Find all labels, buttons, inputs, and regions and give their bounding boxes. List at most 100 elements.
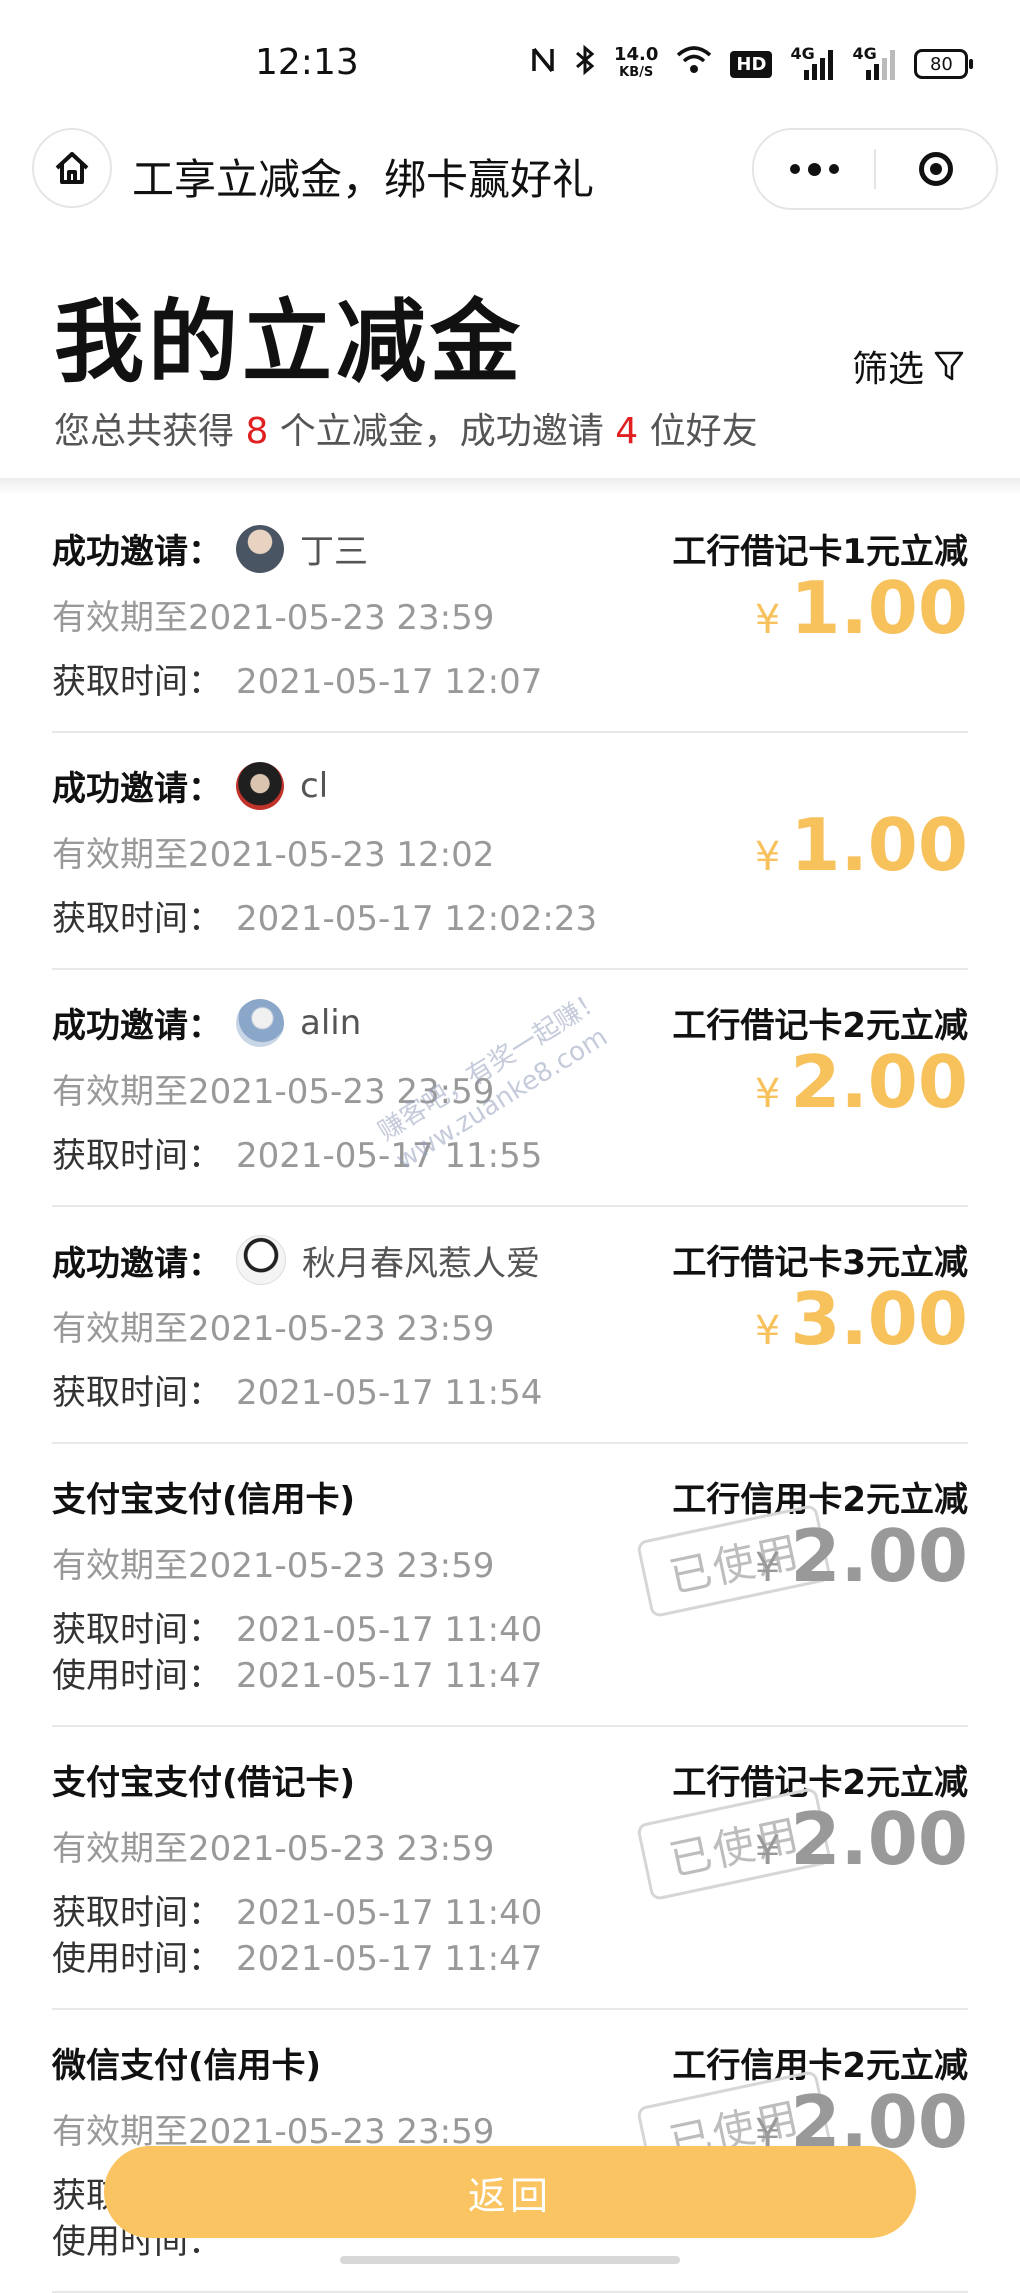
validity: 有效期至2021-05-23 12:02: [52, 835, 495, 875]
coupon-source: 微信支付(信用卡): [52, 2046, 322, 2086]
amount-value: 2.00: [790, 1040, 968, 1124]
wifi-icon: [676, 45, 712, 83]
obtain-time: 2021-05-17 11:54: [236, 1373, 543, 1413]
status-bar: 12:13 14.0 KB/S HD 4G 4G 80: [0, 0, 1020, 130]
avatar: [236, 1235, 286, 1285]
yen-symbol: ¥: [754, 597, 781, 643]
source-label: 成功邀请：: [52, 1243, 222, 1284]
avatar: [236, 761, 284, 810]
obtain-label: 获取时间：: [52, 1136, 222, 1176]
summary-prefix: 您总共获得: [54, 411, 246, 452]
header-divider: [0, 478, 1020, 496]
invitee-name: 丁三: [300, 532, 368, 572]
obtain-time: 2021-05-17 12:07: [236, 662, 543, 702]
summary-mid: 个立减金，成功邀请: [268, 411, 616, 452]
coupon-source: 成功邀请： alin: [52, 998, 361, 1047]
coupon-amount: ¥1.00: [755, 803, 968, 887]
back-button[interactable]: 返回: [104, 2146, 916, 2238]
more-button[interactable]: [754, 130, 874, 208]
filter-button[interactable]: 筛选: [852, 340, 964, 392]
coupon-amount: ¥3.00: [755, 1277, 968, 1361]
obtain-time: 2021-05-17 12:02:23: [236, 899, 598, 939]
coupon-item[interactable]: 成功邀请： cl 有效期至2021-05-23 12:02 获取时间： 2021-…: [52, 733, 968, 970]
home-indicator[interactable]: [340, 2256, 680, 2264]
obtain-label: 获取时间：: [52, 662, 222, 702]
source-label: 成功邀请：: [52, 1006, 222, 1046]
summary-text: 您总共获得 8 个立减金，成功邀请 4 位好友: [54, 402, 758, 454]
coupon-item[interactable]: 成功邀请： 丁三 工行借记卡1元立减 有效期至2021-05-23 23:59 …: [52, 496, 968, 733]
coupon-source: 成功邀请： 秋月春风惹人爱: [52, 1235, 540, 1285]
avatar: [236, 998, 284, 1047]
bluetooth-icon: [574, 44, 596, 84]
validity: 有效期至2021-05-23 23:59: [52, 598, 495, 638]
obtain-label: 获取时间：: [52, 1610, 222, 1650]
invitee-name: alin: [300, 1002, 362, 1043]
obtain-time: 2021-05-17 11:40: [236, 1610, 543, 1650]
coupon-amount: ¥2.00: [755, 1797, 968, 1881]
use-time: 2021-05-17 11:47: [236, 1939, 543, 1979]
amount-value: 3.00: [790, 1277, 968, 1361]
source-label: 成功邀请：: [52, 532, 222, 572]
home-button[interactable]: [32, 128, 112, 208]
coupon-item[interactable]: 支付宝支付(信用卡) 工行信用卡2元立减 有效期至2021-05-23 23:5…: [52, 1444, 968, 1727]
coupon-source: 成功邀请： 丁三: [52, 524, 368, 573]
obtain-time: 2021-05-17 11:40: [236, 1893, 543, 1933]
coupon-list: 成功邀请： 丁三 工行借记卡1元立减 有效期至2021-05-23 23:59 …: [52, 496, 968, 2293]
use-time-row: 使用时间： 2021-05-17 11:47: [52, 1931, 542, 1980]
hd-icon: HD: [730, 50, 773, 78]
coupon-amount: ¥2.00: [755, 1040, 968, 1124]
network-speed: 14.0 KB/S: [614, 46, 658, 82]
use-time-row: 使用时间： 2021-05-17 11:47: [52, 1648, 542, 1697]
coupon-source: 支付宝支付(借记卡): [52, 1763, 356, 1803]
validity: 有效期至2021-05-23 23:59: [52, 1829, 495, 1869]
home-icon: [55, 152, 89, 184]
speed-unit: KB/S: [619, 65, 654, 80]
nfc-icon: [530, 45, 556, 83]
yen-symbol: ¥: [754, 834, 781, 880]
invitee-name: cl: [300, 765, 329, 806]
status-time: 12:13: [255, 42, 359, 83]
validity: 有效期至2021-05-23 23:59: [52, 1309, 495, 1349]
coupon-item[interactable]: 成功邀请： 秋月春风惹人爱 工行借记卡3元立减 有效期至2021-05-23 2…: [52, 1207, 968, 1444]
amount-value: 1.00: [790, 566, 968, 650]
validity: 有效期至2021-05-23 23:59: [52, 1546, 495, 1586]
coupon-count: 8: [245, 411, 269, 452]
status-icons: 14.0 KB/S HD 4G 4G 80: [530, 44, 974, 84]
filter-label: 筛选: [852, 349, 925, 390]
coupon-amount: ¥1.00: [755, 566, 968, 650]
signal-icon-2: 4G: [852, 44, 896, 80]
filter-icon: [934, 351, 964, 381]
close-button[interactable]: [876, 130, 996, 208]
use-label: 使用时间：: [52, 1939, 222, 1979]
more-dot-icon: [789, 164, 800, 174]
amount-value: 1.00: [790, 803, 968, 887]
network-type-1: 4G: [790, 44, 815, 63]
coupon-amount: ¥2.00: [755, 1514, 968, 1598]
coupon-source: 支付宝支付(信用卡): [52, 1480, 356, 1520]
obtain-time-row: 获取时间： 2021-05-17 12:07: [52, 654, 542, 703]
more-dot-icon: [807, 162, 821, 176]
battery-icon: 80: [914, 49, 974, 79]
summary-suffix: 位好友: [638, 411, 758, 452]
obtain-label: 获取时间：: [52, 1373, 222, 1413]
close-target-icon: [919, 152, 953, 186]
mini-program-capsule: [752, 128, 998, 210]
obtain-time-row: 获取时间： 2021-05-17 11:54: [52, 1365, 542, 1414]
obtain-label: 获取时间：: [52, 899, 222, 939]
signal-icon-1: 4G: [790, 44, 834, 80]
avatar: [236, 524, 284, 573]
amount-value: 2.00: [790, 1797, 968, 1881]
amount-value: 2.00: [790, 1514, 968, 1598]
speed-value: 14.0: [614, 44, 659, 65]
use-time: 2021-05-17 11:47: [236, 1656, 543, 1696]
coupon-item[interactable]: 支付宝支付(借记卡) 工行借记卡2元立减 有效期至2021-05-23 23:5…: [52, 1727, 968, 2010]
invitee-name: 秋月春风惹人爱: [302, 1243, 540, 1284]
use-label: 使用时间：: [52, 1656, 222, 1696]
obtain-time-row: 获取时间： 2021-05-17 12:02:23: [52, 891, 597, 940]
source-label: 成功邀请：: [52, 769, 222, 809]
obtain-time-row: 获取时间： 2021-05-17 11:40: [52, 1885, 542, 1934]
friend-count: 4: [615, 411, 639, 452]
page-title: 我的立减金: [54, 290, 524, 395]
obtain-time-row: 获取时间： 2021-05-17 11:40: [52, 1602, 542, 1651]
nav-title: 工享立减金，绑卡赢好礼: [132, 155, 595, 204]
